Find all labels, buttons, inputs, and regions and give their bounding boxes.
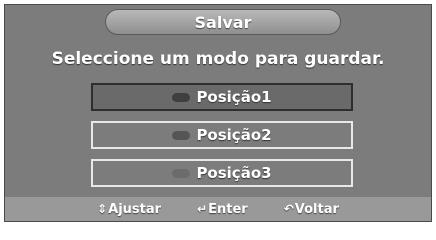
back-hint: ↶ Voltar <box>284 202 339 217</box>
up-down-arrows-icon: ⇕ <box>97 202 108 216</box>
save-slot-2[interactable]: Posição2 <box>91 121 353 149</box>
dialog-title-text: Salvar <box>194 12 252 32</box>
save-slot-label: Posição3 <box>196 164 272 182</box>
slot-icon <box>172 92 191 102</box>
back-label: Voltar <box>294 201 339 217</box>
save-slot-1[interactable]: Posição1 <box>91 83 353 111</box>
return-arrow-icon: ↶ <box>283 202 294 216</box>
slot-icon <box>172 130 191 140</box>
adjust-label: Ajustar <box>108 201 162 217</box>
dialog-title: Salvar <box>105 9 341 35</box>
footer-hint-bar: ⇕ Ajustar ↵ Enter ↶ Voltar <box>5 197 431 221</box>
slot-icon <box>172 168 191 178</box>
save-slot-label: Posição2 <box>196 126 272 144</box>
save-dialog: Salvar Seleccione um modo para guardar. … <box>4 4 432 222</box>
save-slot-3[interactable]: Posição3 <box>91 159 353 187</box>
enter-label: Enter <box>208 201 248 217</box>
enter-icon: ↵ <box>197 202 208 216</box>
enter-hint: ↵ Enter <box>197 202 248 217</box>
save-slot-label: Posição1 <box>196 88 272 106</box>
adjust-hint: ⇕ Ajustar <box>97 202 161 217</box>
dialog-prompt: Seleccione um modo para guardar. <box>51 49 385 69</box>
